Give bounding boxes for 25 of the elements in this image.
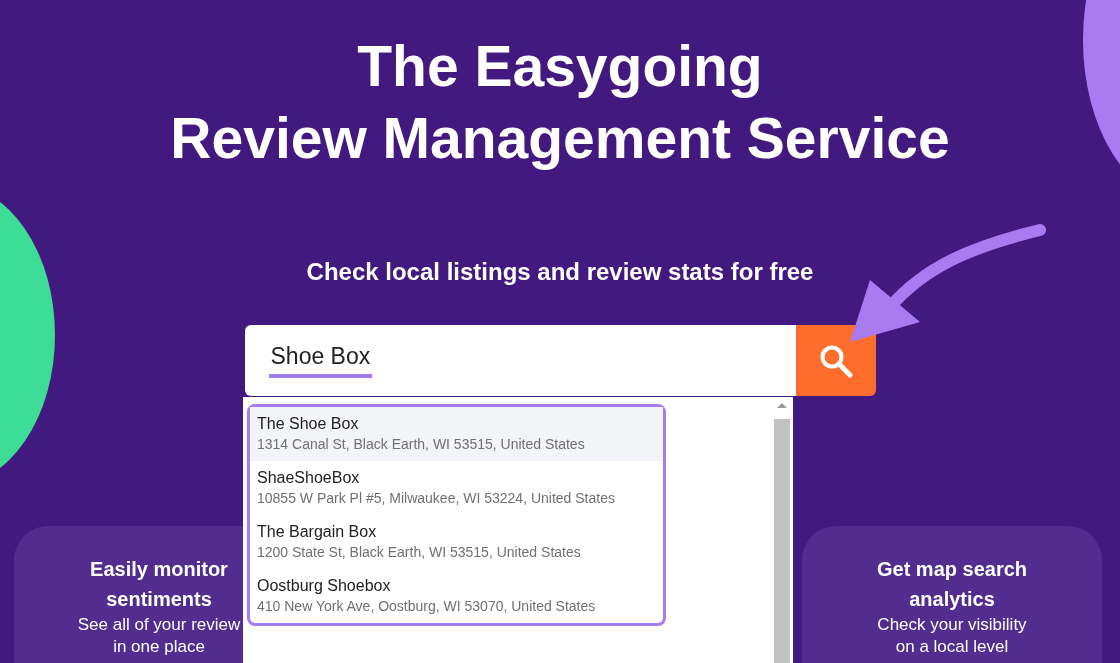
place-name: The Bargain Box xyxy=(257,522,378,542)
hero-title-line: Review Management Service xyxy=(170,105,950,172)
feature-description-line: Check your visibility xyxy=(877,614,1027,636)
suggestion-item[interactable]: ShaeShoeBox 10855 W Park Pl #5, Milwaukee, WI 53224, United States xyxy=(250,461,663,515)
place-name: ShaeShoeBox xyxy=(257,468,361,488)
arrow-icon xyxy=(850,222,1046,342)
place-address: 1314 Canal St, Black Earth, WI 53515, United States xyxy=(257,435,586,454)
search-field[interactable]: Shoe Box xyxy=(244,325,796,396)
feature-title: Easily monitor sentiments xyxy=(89,557,229,612)
suggestion-item[interactable]: Oostburg Shoebox 410 New York Ave, Oostburg, WI 53070, United States xyxy=(250,569,663,623)
place-address: 410 New York Ave, Oostburg, WI 53070, United States xyxy=(257,597,597,616)
place-name: Oostburg Shoebox xyxy=(257,576,392,596)
feature-description-line: See all of your review xyxy=(77,614,241,636)
suggestion-item[interactable]: The Shoe Box 1314 Canal St, Black Earth, WI 53515, United States xyxy=(250,407,663,461)
feature-title: Get map search analytics xyxy=(875,557,1029,612)
search-icon xyxy=(818,343,853,378)
place-name: The Shoe Box xyxy=(257,414,360,434)
feature-description-line: in one place xyxy=(112,636,206,658)
subtitle: Check local listings and review stats for free xyxy=(306,258,814,286)
search-button[interactable] xyxy=(795,325,876,396)
place-address: 10855 W Park Pl #5, Milwaukee, WI 53224, United States xyxy=(257,489,616,508)
suggestion-item[interactable]: The Bargain Box 1200 State St, Black Earth, WI 53515, United States xyxy=(250,515,663,569)
place-address: 1200 State St, Black Earth, WI 53515, United States xyxy=(257,543,582,562)
feature-description-line: on a local level xyxy=(894,636,1010,658)
hero-title-line: The Easygoing xyxy=(356,33,764,100)
